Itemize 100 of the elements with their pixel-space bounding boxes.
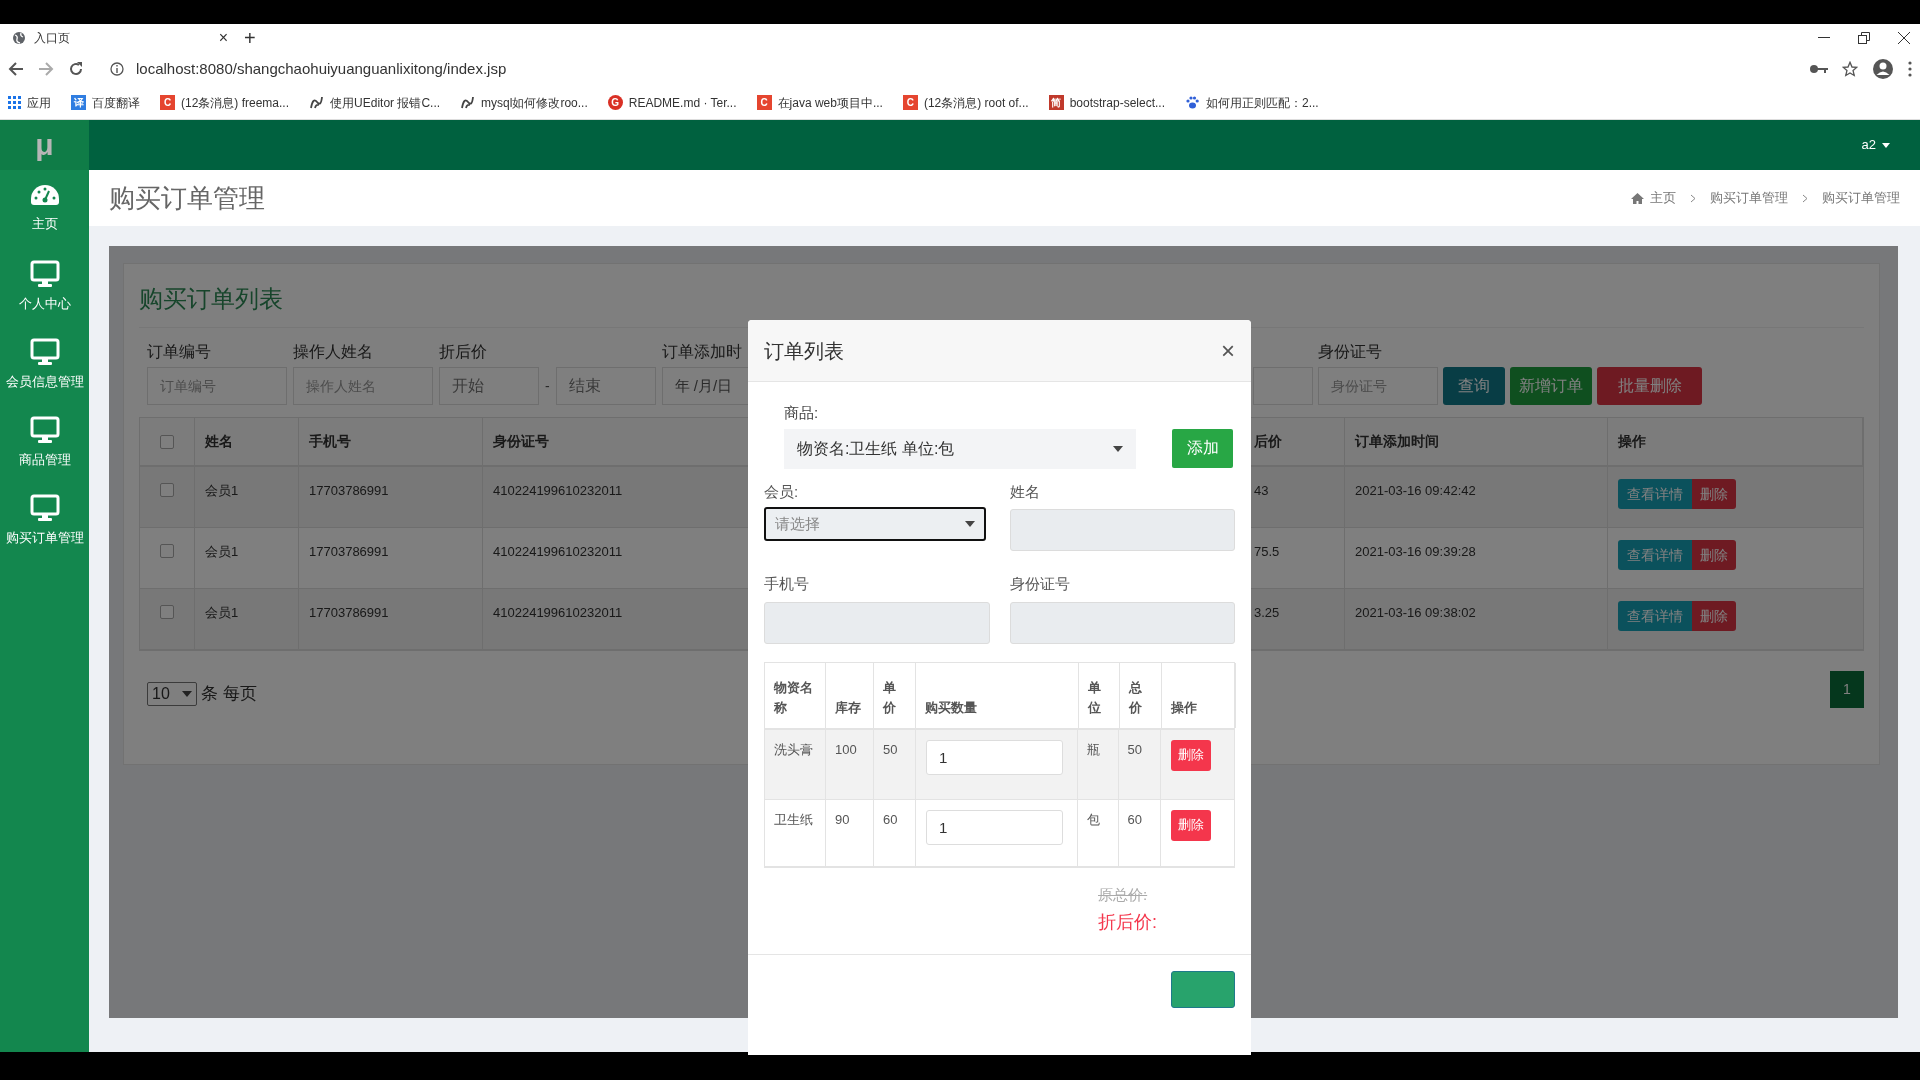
checkbox[interactable]	[160, 544, 174, 558]
bookmark[interactable]: 简 bootstrap-select...	[1048, 93, 1165, 112]
star-icon[interactable]	[1842, 61, 1858, 77]
id-number-field[interactable]	[1009, 601, 1235, 644]
bookmark[interactable]: 应用	[8, 93, 51, 112]
close-icon[interactable]	[1898, 32, 1910, 44]
bookmark-label: README.md · Ter...	[628, 94, 737, 112]
filter-button[interactable]: 查询	[1443, 367, 1505, 405]
sidebar-item[interactable]: 主页	[0, 170, 89, 248]
name-field[interactable]	[1009, 509, 1235, 551]
table-cell: 17703786991	[309, 544, 389, 559]
table-cell: 17703786991	[309, 605, 389, 620]
bookmark-label: (12条消息) freema...	[181, 94, 290, 112]
card-title: 购买订单列表	[139, 284, 283, 314]
bookmark[interactable]: 译 百度翻译	[71, 93, 140, 112]
bookmark[interactable]: 如何用正则匹配：2...	[1185, 93, 1319, 112]
breadcrumb-link[interactable]: 购买订单管理	[1710, 188, 1788, 208]
monitor-icon	[29, 416, 60, 445]
breadcrumb-link[interactable]: 购买订单管理	[1822, 188, 1900, 208]
quantity-field[interactable]: 1	[926, 739, 1063, 775]
field-label: 会员:	[764, 481, 800, 502]
bookmark[interactable]: C (12条消息) freema...	[160, 93, 290, 112]
key-icon[interactable]	[1810, 64, 1828, 74]
table-cell: 43	[1254, 483, 1269, 498]
site-icon: C	[160, 95, 175, 110]
menu-icon[interactable]	[1908, 61, 1912, 77]
sidebar-item[interactable]: 会员信息管理	[0, 326, 89, 404]
delete-button[interactable]: 删除	[1692, 601, 1736, 631]
bookmark[interactable]: C (12条消息) root of...	[902, 93, 1029, 112]
sidebar-item[interactable]: 购买订单管理	[0, 482, 89, 560]
table-cell: 包	[1086, 811, 1100, 827]
table-cell: 410224199610232011	[493, 544, 623, 559]
original-total-label: 原总价:	[1098, 884, 1148, 905]
breadcrumb-link[interactable]: 主页	[1631, 188, 1676, 208]
filter-label: 订单编号	[147, 342, 212, 362]
sidebar-item[interactable]: 个人中心	[0, 248, 89, 326]
site-icon: 简	[1048, 95, 1064, 110]
product-select[interactable]: 物资名:卫生纸 单位:包	[784, 428, 1136, 469]
checkbox[interactable]	[160, 483, 174, 497]
table-cell: 17703786991	[309, 483, 389, 498]
delete-button[interactable]: 删除	[1170, 809, 1211, 841]
bookmark[interactable]: G README.md · Ter...	[607, 93, 737, 112]
field-label: 商品:	[784, 403, 820, 423]
tab-close-button[interactable]: ×	[218, 30, 228, 46]
minimize-icon[interactable]	[1818, 37, 1830, 39]
column-header: 订单添加时间	[1355, 432, 1439, 451]
filter-button[interactable]: 批量删除	[1597, 367, 1702, 405]
add-button[interactable]: 添加	[1172, 428, 1233, 468]
bookmark-label: 应用	[27, 94, 51, 112]
bookmark-label: bootstrap-select...	[1069, 94, 1165, 112]
back-icon[interactable]	[8, 61, 24, 77]
table-cell: 会员1	[205, 483, 239, 498]
date-field[interactable]: 年 /月/日	[661, 367, 749, 405]
delete-button[interactable]: 删除	[1692, 479, 1736, 509]
new-tab-button[interactable]: +	[244, 28, 256, 48]
bookmark[interactable]: 使用UEditor 报错C...	[309, 93, 441, 112]
chevron-icon	[1690, 193, 1696, 203]
bookmark[interactable]: C 在java web项目中...	[756, 93, 883, 112]
checkbox[interactable]	[160, 605, 174, 619]
reload-icon[interactable]	[68, 61, 84, 77]
member-select[interactable]: 请选择	[764, 507, 986, 541]
table-cell: 瓶	[1086, 741, 1100, 757]
dialog-title: 订单列表	[764, 338, 844, 364]
column-header: 购买数量	[925, 698, 977, 717]
forward-icon[interactable]	[38, 61, 54, 77]
restore-icon[interactable]	[1858, 32, 1870, 44]
user-menu[interactable]: a2	[1861, 135, 1890, 155]
column-header: 操作	[1618, 432, 1646, 451]
table-cell: 60	[1127, 811, 1142, 827]
checkbox[interactable]	[160, 434, 174, 449]
bookmark-label: mysql如何修改roo...	[481, 94, 588, 112]
table-cell: 会员1	[205, 544, 239, 559]
footer-button[interactable]	[1171, 971, 1235, 1008]
range-from-field[interactable]: 开始	[439, 367, 539, 405]
column-header: 操作	[1171, 698, 1197, 717]
bookmark-label: (12条消息) root of...	[923, 94, 1029, 112]
caret-icon	[182, 690, 192, 697]
page-size-select[interactable]: 10	[147, 681, 197, 706]
quantity-field[interactable]: 1	[926, 809, 1063, 845]
swirl-icon	[460, 95, 476, 110]
page-button[interactable]: 1	[1830, 671, 1864, 708]
delete-button[interactable]: 删除	[1692, 540, 1736, 570]
phone-field[interactable]	[764, 601, 990, 644]
filter-button[interactable]: 新增订单	[1510, 367, 1592, 405]
delete-button[interactable]: 删除	[1170, 739, 1211, 771]
bookmark-label: 如何用正则匹配：2...	[1206, 94, 1319, 112]
caret-icon	[1113, 445, 1123, 452]
site-icon: C	[902, 95, 918, 110]
logo: μ	[35, 130, 54, 160]
bookmark-label: 使用UEditor 报错C...	[330, 94, 441, 112]
site-icon: C	[756, 95, 772, 110]
info-icon	[110, 62, 124, 76]
range-to-field[interactable]: 结束	[555, 367, 656, 405]
swirl-icon	[309, 95, 325, 110]
account-icon[interactable]	[1872, 58, 1894, 80]
page-title: 购买订单管理	[109, 181, 265, 215]
bookmark[interactable]: mysql如何修改roo...	[460, 93, 588, 112]
column-header: 姓名	[205, 432, 233, 451]
close-button[interactable]: ×	[1221, 338, 1235, 363]
sidebar-item[interactable]: 商品管理	[0, 404, 89, 482]
